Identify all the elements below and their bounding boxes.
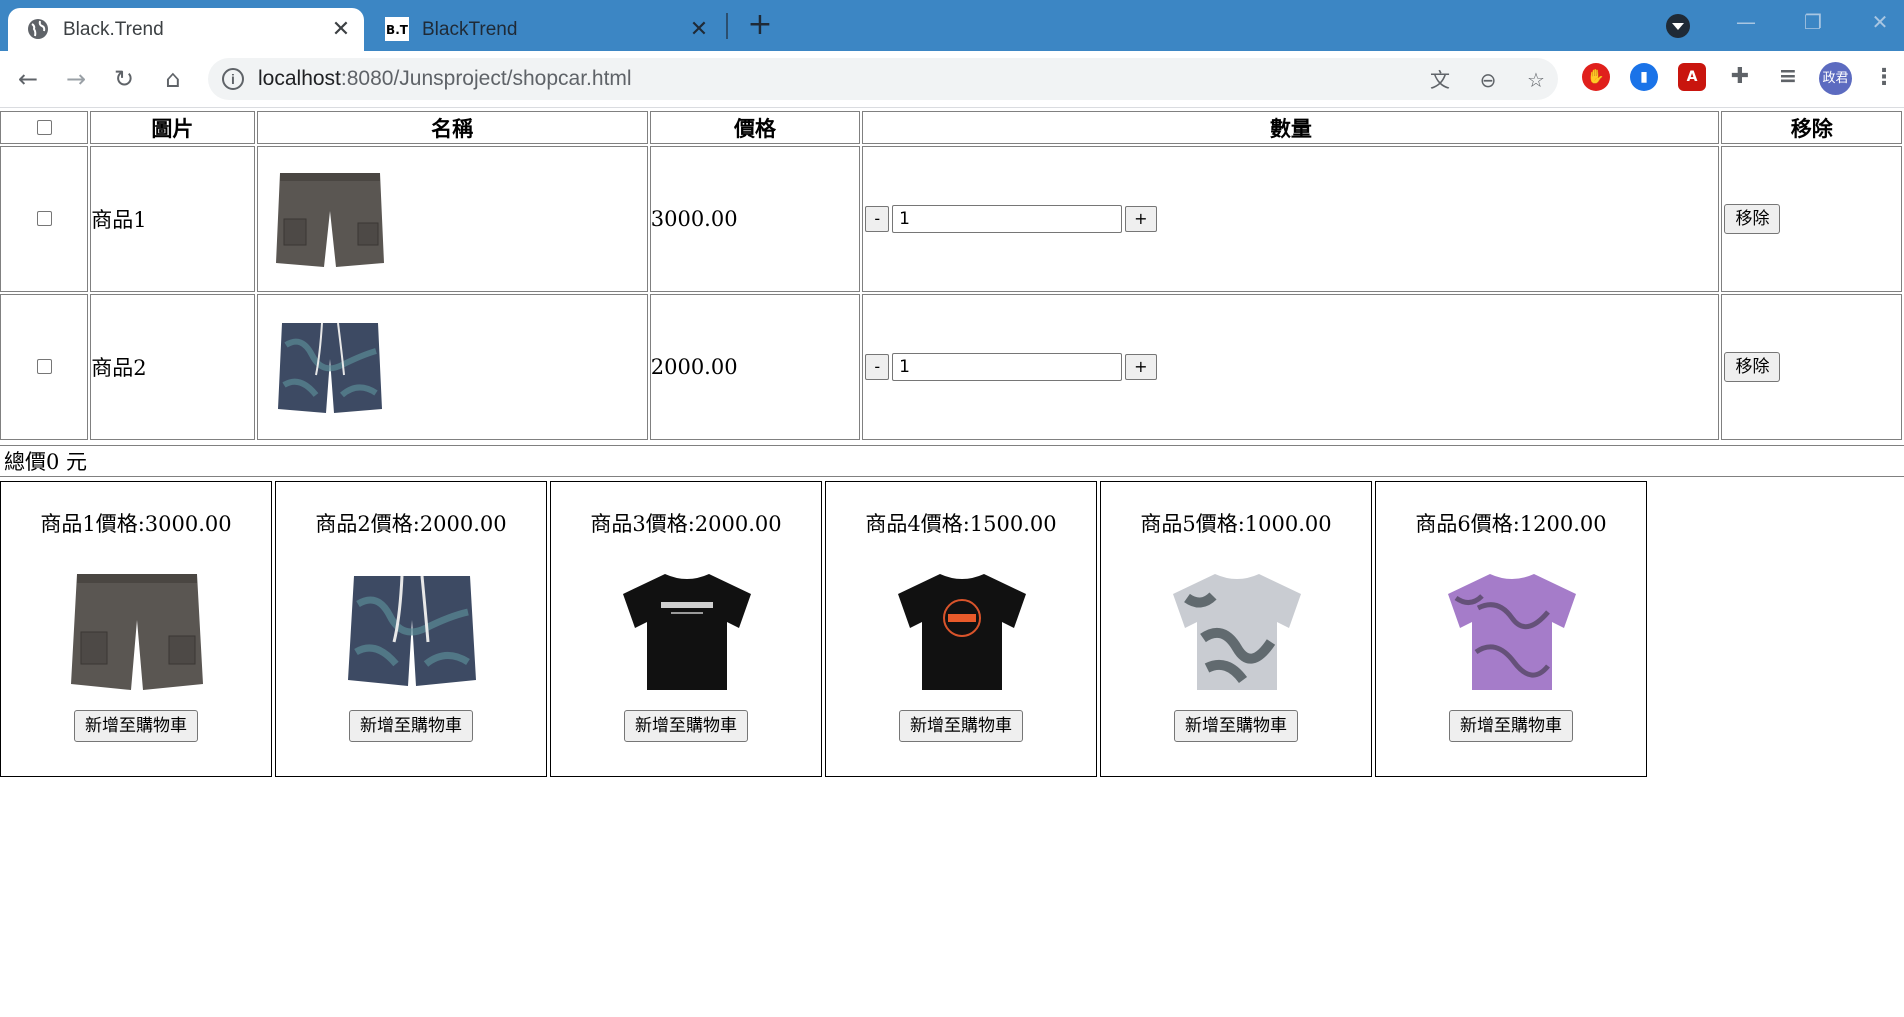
tab-strip: Black.Trend ✕ B.T BlackTrend ✕ + — ❐ ✕ — [0, 0, 1904, 51]
tab-title: BlackTrend — [422, 19, 518, 40]
product-title: 商品1價格:3000.00 — [40, 512, 232, 536]
cart-table: 圖片 名稱 價格 數量 移除 商品1 3000.00 -1 + 移除 商品2 2… — [0, 109, 1904, 442]
tab-close-icon[interactable]: ✕ — [326, 14, 356, 44]
browser-toolbar: ← → ↻ ⌂ i localhost:8080/Junsproject/sho… — [0, 51, 1904, 108]
tie-dye-shorts-image — [277, 322, 382, 413]
window-close-icon[interactable]: ✕ — [1860, 8, 1900, 36]
row-price: 3000.00 — [649, 146, 861, 292]
header-remove: 移除 — [1721, 111, 1902, 144]
row-select-cell — [0, 146, 89, 292]
increase-quantity-button[interactable]: + — [1125, 206, 1157, 232]
restore-icon[interactable]: ❐ — [1793, 8, 1833, 36]
svg-text:B.T: B.T — [386, 23, 409, 37]
select-all-checkbox[interactable] — [36, 119, 52, 135]
cart-total: 總價0 元 — [0, 445, 1904, 477]
purple-tie-dye-tshirt-image — [1448, 574, 1576, 690]
reading-list-icon[interactable]: ≡ — [1774, 63, 1802, 91]
add-to-cart-button[interactable]: 新增至購物車 — [349, 710, 473, 742]
tab-blacktrend[interactable]: B.T BlackTrend ✕ — [372, 8, 722, 51]
site-info-icon[interactable]: i — [222, 68, 244, 90]
menu-icon[interactable]: ⋮ — [1872, 63, 1896, 95]
black-tshirt-text-image — [623, 574, 751, 690]
zoom-out-icon[interactable]: ⊖ — [1476, 68, 1500, 92]
tab-close-icon[interactable]: ✕ — [684, 14, 714, 44]
acrobat-icon[interactable]: A — [1678, 63, 1706, 91]
product-title: 商品6價格:1200.00 — [1415, 512, 1607, 536]
add-to-cart-button[interactable]: 新增至購物車 — [74, 710, 198, 742]
forward-icon[interactable]: → — [60, 63, 92, 95]
gray-cargo-shorts-image — [275, 173, 384, 267]
cart-header-row: 圖片 名稱 價格 數量 移除 — [0, 111, 1902, 144]
adblock-icon[interactable]: ✋ — [1582, 63, 1610, 91]
quantity-input[interactable]: 1 — [892, 205, 1123, 233]
product-title: 商品5價格:1000.00 — [1140, 512, 1332, 536]
row-quantity-cell: -1 + — [862, 294, 1720, 440]
new-tab-plus-icon[interactable]: + — [742, 8, 778, 44]
add-to-cart-button[interactable]: 新增至購物車 — [899, 710, 1023, 742]
gray-tie-dye-tshirt-image — [1173, 574, 1301, 690]
product-card: 商品2價格:2000.00 新增至購物車 — [275, 481, 547, 777]
tab-black-trend[interactable]: Black.Trend ✕ — [8, 8, 364, 51]
product-card: 商品3價格:2000.00 新增至購物車 — [550, 481, 822, 777]
product-title: 商品4價格:1500.00 — [865, 512, 1057, 536]
tab-separator — [726, 13, 728, 39]
product-card: 商品6價格:1200.00 新增至購物車 — [1375, 481, 1647, 777]
product-card: 商品5價格:1000.00 新增至購物車 — [1100, 481, 1372, 777]
row-name: 商品1 — [90, 146, 255, 292]
tab-search-icon[interactable] — [1666, 14, 1690, 38]
remove-button[interactable]: 移除 — [1724, 204, 1781, 234]
tab-title: Black.Trend — [63, 19, 164, 40]
bookmark-star-icon[interactable]: ☆ — [1524, 68, 1548, 92]
home-icon[interactable]: ⌂ — [157, 63, 189, 95]
black-tshirt-orange-logo-image — [898, 574, 1026, 690]
row-select-cell — [0, 294, 89, 440]
row-checkbox[interactable] — [36, 211, 52, 226]
minimize-icon[interactable]: — — [1726, 8, 1766, 36]
row-image-cell — [256, 294, 648, 440]
bookmark-ext-icon[interactable]: ▮ — [1630, 63, 1658, 91]
profile-avatar[interactable]: 政君 — [1819, 62, 1852, 95]
row-quantity-cell: -1 + — [862, 146, 1720, 292]
gray-cargo-shorts-image — [71, 574, 203, 690]
row-remove-cell: 移除 — [1721, 294, 1902, 440]
decrease-quantity-button[interactable]: - — [865, 206, 890, 232]
add-to-cart-button[interactable]: 新增至購物車 — [1174, 710, 1298, 742]
reload-icon[interactable]: ↻ — [108, 63, 140, 95]
table-row: 商品2 2000.00 -1 + 移除 — [0, 294, 1902, 440]
tie-dye-shorts-image — [348, 575, 476, 686]
remove-button[interactable]: 移除 — [1724, 352, 1781, 382]
product-card: 商品1價格:3000.00 新增至購物車 — [0, 481, 272, 777]
product-title: 商品2價格:2000.00 — [315, 512, 507, 536]
url-text[interactable]: localhost:8080/Junsproject/shopcar.html — [258, 67, 632, 91]
row-checkbox[interactable] — [36, 359, 52, 374]
row-remove-cell: 移除 — [1721, 146, 1902, 292]
header-quantity: 數量 — [862, 111, 1720, 144]
row-image-cell — [256, 146, 648, 292]
product-title: 商品3價格:2000.00 — [590, 512, 782, 536]
header-price: 價格 — [649, 111, 861, 144]
row-name: 商品2 — [90, 294, 255, 440]
back-icon[interactable]: ← — [12, 63, 44, 95]
add-to-cart-button[interactable]: 新增至購物車 — [1449, 710, 1573, 742]
translate-icon[interactable]: 文 — [1428, 68, 1452, 92]
product-card: 商品4價格:1500.00 新增至購物車 — [825, 481, 1097, 777]
globe-icon — [28, 19, 48, 39]
decrease-quantity-button[interactable]: - — [865, 354, 890, 380]
table-row: 商品1 3000.00 -1 + 移除 — [0, 146, 1902, 292]
row-price: 2000.00 — [649, 294, 861, 440]
bt-logo-icon: B.T — [385, 17, 409, 41]
quantity-input[interactable]: 1 — [892, 353, 1123, 381]
increase-quantity-button[interactable]: + — [1125, 354, 1157, 380]
header-image: 圖片 — [90, 111, 255, 144]
address-bar[interactable]: i localhost:8080/Junsproject/shopcar.htm… — [208, 58, 1558, 100]
page-content: 圖片 名稱 價格 數量 移除 商品1 3000.00 -1 + 移除 商品2 2… — [0, 108, 1904, 1017]
select-all-header — [0, 111, 89, 144]
extensions-puzzle-icon[interactable]: ✚ — [1726, 63, 1754, 91]
add-to-cart-button[interactable]: 新增至購物車 — [624, 710, 748, 742]
header-name: 名稱 — [256, 111, 648, 144]
